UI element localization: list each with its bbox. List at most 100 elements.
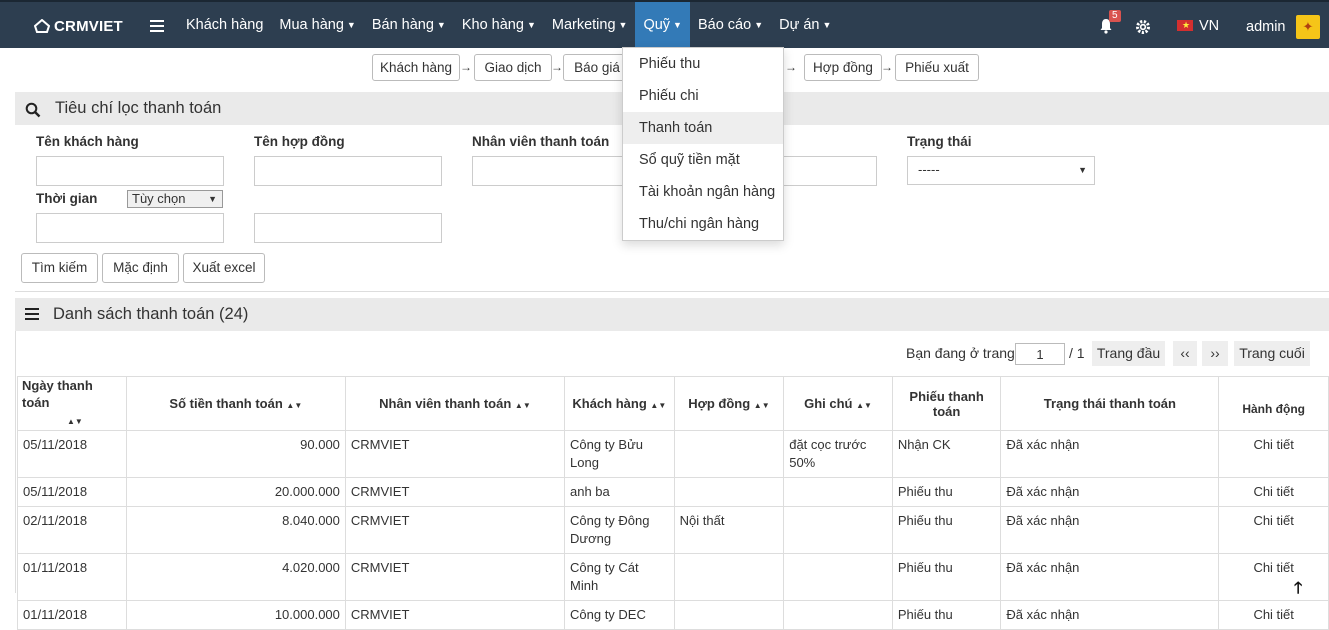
caret-down-icon: ▼ <box>526 20 536 30</box>
last-page-button[interactable]: Trang cuối <box>1234 341 1310 366</box>
cell-contract <box>673 600 785 630</box>
main-menu: Khách hàng Mua hàng ▼ Bán hàng ▼ Kho hàng ▼ Mar… <box>178 2 839 48</box>
cell-status: Đã xác nhận <box>1000 506 1220 554</box>
dropdown-item-0[interactable]: Phiếu thu <box>623 48 783 80</box>
cell-note: đặt cọc trước 50% <box>783 430 893 478</box>
cell-voucher[interactable]: Phiếu thu <box>891 600 1002 630</box>
menu-item-1[interactable]: Mua hàng ▼ <box>271 2 363 48</box>
cell-contract <box>673 477 785 507</box>
flow-step-transaction[interactable]: Giao dịch <box>474 54 552 81</box>
caret-down-icon: ▼ <box>822 20 832 30</box>
cell-date: 01/11/2018 <box>17 553 127 601</box>
flow-step-contract[interactable]: Hợp đồng <box>804 54 882 81</box>
menu-item-6[interactable]: Báo cáo ▼ <box>690 2 771 48</box>
sort-icon: ▲▼ <box>286 401 303 410</box>
customer-name-input[interactable] <box>36 156 224 186</box>
dropdown-item-3[interactable]: Sổ quỹ tiền mặt <box>623 144 783 176</box>
menu-item-2[interactable]: Bán hàng ▼ <box>364 2 454 48</box>
default-button[interactable]: Mặc định <box>102 253 179 283</box>
pager-total: / 1 <box>1069 345 1085 361</box>
menu-item-4[interactable]: Marketing ▼ <box>544 2 636 48</box>
col-header-date[interactable]: Ngày thanh toán ▲▼ <box>17 376 127 431</box>
status-select[interactable]: ----- ▼ <box>907 156 1095 185</box>
flow-arrow-icon: → <box>785 60 797 74</box>
cell-note <box>783 506 893 554</box>
vietnam-flag-icon[interactable]: ★ <box>1177 20 1193 31</box>
next-page-button[interactable]: ›› <box>1202 341 1228 366</box>
gear-icon[interactable] <box>1135 19 1151 35</box>
table-row: 01/11/2018 10.000.000 CRMVIET Công ty DEC Ph… <box>17 600 1329 630</box>
divider <box>15 291 1329 292</box>
menu-item-label: Kho hàng <box>461 17 524 33</box>
pager-prefix: Bạn đang ở trang <box>906 345 1015 361</box>
top-navbar: CRMVIET Khách hàng Mua hàng ▼ Bán hàng ▼ Kho … <box>0 0 1329 48</box>
col-header-amount[interactable]: Số tiền thanh toán ▲▼ <box>125 376 346 431</box>
flow-step-delivery[interactable]: Phiếu xuất <box>895 54 979 81</box>
filter-title: Tiêu chí lọc thanh toán <box>55 99 222 117</box>
prev-page-button[interactable]: ‹‹ <box>1173 341 1197 366</box>
filter-input-hidden[interactable] <box>782 156 877 186</box>
list-icon <box>25 308 39 320</box>
menu-item-7[interactable]: Dự án ▼ <box>771 2 839 48</box>
cell-action[interactable]: Chi tiết <box>1218 430 1329 478</box>
user-avatar[interactable]: ✦ <box>1296 15 1320 39</box>
list-panel-header: Danh sách thanh toán (24) <box>15 298 1329 331</box>
col-header-staff[interactable]: Nhân viên thanh toán ▲▼ <box>344 376 566 431</box>
cell-action[interactable]: Chi tiết <box>1218 600 1329 630</box>
scroll-to-top-icon[interactable]: 🡑 <box>1294 577 1302 604</box>
page-number-input[interactable]: 1 <box>1015 343 1065 365</box>
cell-voucher[interactable]: Phiếu thu <box>891 506 1002 554</box>
flow-step-customer[interactable]: Khách hàng <box>372 54 460 81</box>
col-header-contract[interactable]: Hợp đồng ▲▼ <box>673 376 785 431</box>
sort-icon: ▲▼ <box>753 401 770 410</box>
export-excel-button[interactable]: Xuất excel <box>183 253 265 283</box>
dropdown-item-5[interactable]: Thu/chi ngân hàng <box>623 208 783 240</box>
cell-action[interactable]: Chi tiết <box>1218 477 1329 507</box>
col-header-note[interactable]: Ghi chú ▲▼ <box>783 376 893 431</box>
dropdown-item-1[interactable]: Phiếu chi <box>623 80 783 112</box>
payment-staff-input[interactable] <box>472 156 624 186</box>
time-option-select[interactable]: Tùy chọn ▼ <box>127 190 223 208</box>
search-button[interactable]: Tìm kiếm <box>21 253 98 283</box>
user-name[interactable]: admin <box>1246 2 1286 52</box>
first-page-button[interactable]: Trang đầu <box>1092 341 1165 366</box>
customer-name-label: Tên khách hàng <box>36 134 139 149</box>
cell-customer: Công ty Đông Dương <box>564 506 675 554</box>
language-selector[interactable]: VN <box>1199 2 1219 50</box>
date-from-input[interactable] <box>36 213 224 243</box>
cell-voucher[interactable]: Phiếu thu <box>891 477 1002 507</box>
caret-down-icon: ▼ <box>618 20 628 30</box>
dropdown-item-4[interactable]: Tài khoản ngân hàng <box>623 176 783 208</box>
cell-amount: 4.020.000 <box>125 553 346 601</box>
cell-customer: Công ty DEC <box>564 600 675 630</box>
cell-action[interactable]: Chi tiết <box>1218 506 1329 554</box>
hamburger-menu-icon[interactable] <box>150 20 164 32</box>
cell-date: 01/11/2018 <box>17 600 127 630</box>
crmviet-logo[interactable]: CRMVIET <box>34 15 123 37</box>
contract-name-input[interactable] <box>254 156 442 186</box>
menu-item-5[interactable]: Quỹ ▼ <box>635 2 690 48</box>
menu-item-label: Dự án <box>779 17 820 33</box>
divider <box>15 331 16 593</box>
sort-icon: ▲▼ <box>514 401 531 410</box>
cell-status: Đã xác nhận <box>1000 553 1220 601</box>
date-to-input[interactable] <box>254 213 442 243</box>
table-row: 05/11/2018 90.000 CRMVIET Công ty Bửu Long đ… <box>17 430 1329 478</box>
menu-item-3[interactable]: Kho hàng ▼ <box>454 2 544 48</box>
cell-action[interactable]: Chi tiết <box>1218 553 1329 601</box>
time-label: Thời gian <box>36 191 98 206</box>
cell-customer: Công ty Bửu Long <box>564 430 675 478</box>
flow-arrow-icon: → <box>551 60 563 74</box>
table-header-row: Ngày thanh toán ▲▼ Số tiền thanh toán ▲▼ … <box>17 376 1329 431</box>
menu-item-0[interactable]: Khách hàng <box>178 2 271 48</box>
cell-voucher[interactable]: Phiếu thu <box>891 553 1002 601</box>
cell-voucher[interactable]: Nhận CK <box>891 430 1002 478</box>
col-header-action: Hành động <box>1218 376 1329 431</box>
col-header-status: Trạng thái thanh toán <box>1000 376 1220 431</box>
col-header-customer[interactable]: Khách hàng ▲▼ <box>564 376 675 431</box>
flow-step-quote[interactable]: Báo giá <box>563 54 631 81</box>
cell-staff: CRMVIET <box>344 506 566 554</box>
dropdown-item-2[interactable]: Thanh toán <box>623 112 783 144</box>
table-row: 02/11/2018 8.040.000 CRMVIET Công ty Đông D… <box>17 506 1329 554</box>
cell-customer: Công ty Cát Minh <box>564 553 675 601</box>
